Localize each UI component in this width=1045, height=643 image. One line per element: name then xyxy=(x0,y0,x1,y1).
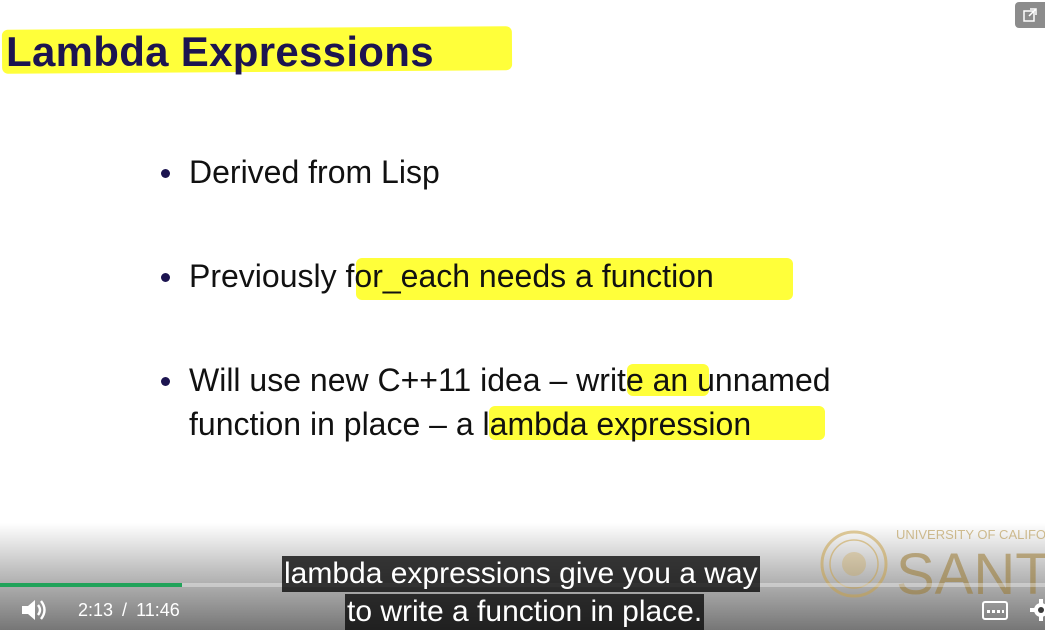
bullet-3-line1-highlight: write xyxy=(576,362,644,398)
bullet-3-line1-b: an unnamed xyxy=(643,362,831,398)
caption-line-1: lambda expressions give you a way xyxy=(282,556,760,592)
bullet-dot xyxy=(161,273,170,282)
bullet-3-line2-a: function in place – xyxy=(189,406,456,442)
duration: 11:46 xyxy=(136,600,180,620)
logo-text-top: UNIVERSITY OF CALIFO xyxy=(896,527,1045,542)
bullet-1-plain: Derived from Lisp xyxy=(189,154,440,190)
share-button[interactable] xyxy=(1015,2,1045,28)
bullet-dot xyxy=(161,169,170,178)
caption-line-2: to write a function in place. xyxy=(345,594,705,630)
time-display: 2:13 / 11:46 xyxy=(78,600,180,621)
settings-icon[interactable] xyxy=(1030,599,1045,621)
share-icon xyxy=(1023,8,1037,22)
bullet-3-line2-highlight: a lambda expression xyxy=(455,406,752,442)
current-time: 2:13 xyxy=(78,600,114,620)
bullet-3-line-1: Will use new C++11 idea – write an unnam… xyxy=(189,358,831,402)
bullet-3-line1-a: Will use new C++11 idea – xyxy=(189,362,577,398)
progress-fill xyxy=(0,583,182,587)
bullet-1-text: Derived from Lisp xyxy=(189,150,440,194)
captions-icon[interactable] xyxy=(982,601,1008,620)
bullet-2-text: Previously for_each needs a function xyxy=(189,254,714,298)
bullet-2-highlighted: for_each needs a function xyxy=(345,258,714,294)
slide-title: Lambda Expressions xyxy=(6,28,434,75)
bullet-dot xyxy=(161,377,170,386)
volume-icon[interactable] xyxy=(20,597,48,623)
bottom-edge xyxy=(0,630,1045,643)
bullet-2-plain: Previously xyxy=(189,258,346,294)
bullet-3-line-2: function in place – a lambda expression xyxy=(189,402,751,446)
time-separator: / xyxy=(122,600,128,620)
video-player[interactable]: Lambda Expressions Derived from Lisp Pre… xyxy=(0,0,1045,643)
